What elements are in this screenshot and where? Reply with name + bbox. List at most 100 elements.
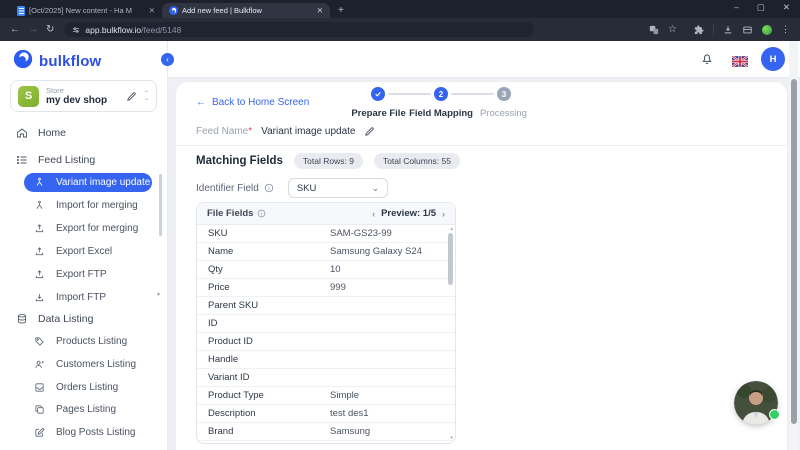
store-selector[interactable]: S Store my dev shop ⌃ ⌄ (10, 80, 157, 112)
tab-close-icon[interactable]: ✕ (317, 6, 323, 15)
file-field-row[interactable]: SKU SAM-GS23-99 (197, 225, 455, 243)
database-icon (16, 313, 28, 325)
new-tab-button[interactable]: + (338, 5, 344, 16)
extension-green-icon[interactable] (762, 24, 772, 35)
media-panel-icon[interactable] (742, 25, 753, 35)
sidebar-item-blog-posts-listing[interactable]: Blog Posts Listing (0, 422, 167, 442)
sidebar-feed-export-ftp[interactable]: Export FTP (24, 265, 152, 284)
file-field-row[interactable]: Qty 10 (197, 261, 455, 279)
address-bar[interactable]: app.bulkflow.io/feed/5148 (64, 22, 535, 37)
file-field-row[interactable]: Brand Samsung (197, 423, 455, 441)
file-field-row[interactable]: Product ID (197, 333, 455, 351)
file-fields-panel: File Fields ‹ Preview: 1/5 › SKU SAM-GS2… (196, 202, 456, 444)
page-scrollbar-thumb[interactable] (790, 79, 797, 424)
identifier-field-select[interactable]: SKU ⌄ (287, 178, 388, 198)
panel-scrollbar[interactable] (448, 233, 453, 285)
toolbar-separator (713, 24, 714, 35)
file-field-row[interactable]: Parent SKU (197, 297, 455, 315)
notification-bell-icon[interactable] (700, 52, 714, 71)
user-avatar[interactable]: H (761, 47, 785, 71)
file-field-row[interactable]: Handle (197, 351, 455, 369)
identifier-field-row: Identifier Field SKU ⌄ (196, 178, 388, 198)
browser-tab-bulkflow[interactable]: Add new feed | Bulkflow ✕ (162, 3, 330, 18)
file-field-row[interactable]: Description test des1 (197, 405, 455, 423)
sidebar-item-home[interactable]: Home (0, 123, 167, 143)
site-settings-icon[interactable] (72, 26, 80, 34)
total-columns-badge: Total Columns: 55 (373, 153, 460, 169)
logo-text: bulkflow (39, 53, 102, 70)
sidebar: bulkflow S Store my dev shop ⌃ ⌄ Home Fe… (0, 41, 168, 450)
matching-fields-row: Matching Fields Total Rows: 9 Total Colu… (196, 153, 460, 169)
sidebar-item-customers-listing[interactable]: Customers Listing (0, 354, 167, 374)
download-icon[interactable] (723, 25, 733, 35)
window-controls: – ▢ ✕ (734, 2, 790, 13)
bulkflow-logo-icon (13, 49, 33, 74)
minimize-button[interactable]: – (734, 2, 739, 13)
bulkflow-logo[interactable]: bulkflow (13, 49, 101, 74)
sidebar-scrollbar[interactable] (159, 174, 162, 236)
page-scrollbar[interactable] (789, 41, 798, 450)
scroll-up-icon[interactable]: ▴ (450, 227, 453, 232)
file-field-row[interactable]: Condition (197, 441, 455, 443)
step-connector (451, 93, 494, 95)
file-field-row[interactable]: Product Type Simple (197, 387, 455, 405)
import-icon (34, 292, 45, 303)
divider (176, 145, 787, 146)
translate-icon[interactable] (649, 25, 659, 35)
support-chat-widget[interactable] (734, 381, 780, 425)
close-button[interactable]: ✕ (783, 2, 790, 13)
step-label-processing: Processing (479, 108, 527, 119)
export-icon (34, 223, 45, 234)
sidebar-feed-import-ftp[interactable]: Import FTP (24, 288, 152, 307)
file-fields-rows: SKU SAM-GS23-99 Name Samsung Galaxy S24 … (197, 225, 455, 443)
maximize-button[interactable]: ▢ (757, 2, 765, 13)
back-to-home-link[interactable]: ← Back to Home Screen (196, 97, 309, 108)
sidebar-item-data-listing[interactable]: Data Listing (0, 309, 167, 329)
sidebar-feed-export-for-merging[interactable]: Export for merging (24, 219, 152, 238)
feed-name-label: Feed Name (196, 126, 249, 137)
sidebar-item-label: Home (38, 127, 67, 139)
identifier-field-value: SKU (296, 182, 317, 194)
reload-icon[interactable]: ↻ (46, 24, 54, 35)
bulkflow-favicon (169, 6, 178, 15)
sidebar-item-feed-listing[interactable]: Feed Listing (0, 150, 167, 170)
sidebar-item-label: Customers Listing (56, 358, 137, 370)
bookmark-star-icon[interactable]: ☆ (668, 24, 677, 35)
file-field-row[interactable]: Name Samsung Galaxy S24 (197, 243, 455, 261)
forward-icon[interactable]: → (28, 24, 38, 35)
feed-name-edit-pencil-icon[interactable] (364, 126, 375, 137)
chrome-menu-icon[interactable]: ⋮ (781, 24, 790, 35)
store-switch-chevrons-icon[interactable]: ⌃ ⌄ (144, 91, 149, 102)
sidebar-item-label: Data Listing (38, 313, 94, 325)
tab-close-icon[interactable]: ✕ (149, 6, 155, 15)
extensions-icon[interactable] (694, 24, 704, 35)
sidebar-item-pages-listing[interactable]: Pages Listing (0, 399, 167, 419)
sidebar-feed-import-for-merging[interactable]: Import for merging (24, 196, 152, 215)
field-value: 999 (330, 282, 346, 293)
info-icon[interactable] (257, 209, 266, 218)
scroll-down-icon[interactable]: ▾ (450, 436, 453, 441)
main-content: ← Back to Home Screen 2 3 Prepare File F… (168, 78, 800, 450)
file-field-row[interactable]: ID (197, 315, 455, 333)
file-field-row[interactable]: Variant ID (197, 369, 455, 387)
preview-next-icon[interactable]: › (442, 209, 445, 219)
scroll-down-icon[interactable]: ▾ (157, 291, 160, 298)
language-flag-icon[interactable] (731, 54, 749, 72)
field-name: Product Type (208, 390, 264, 401)
info-icon[interactable] (264, 183, 274, 193)
url-host: app.bulkflow.io (85, 24, 142, 35)
sidebar-collapse-button[interactable]: ‹ (161, 53, 174, 66)
sidebar-feed-variant-image-update[interactable]: Variant image update (24, 173, 152, 192)
merge-icon (34, 177, 45, 188)
step-1-done-icon (371, 87, 385, 101)
sidebar-item-label: Pages Listing (56, 403, 117, 415)
sidebar-item-orders-listing[interactable]: Orders Listing (0, 377, 167, 397)
step-connector (388, 93, 431, 95)
sidebar-feed-export-excel[interactable]: Export Excel (24, 242, 152, 261)
file-field-row[interactable]: Price 999 (197, 279, 455, 297)
sidebar-item-products-listing[interactable]: Products Listing (0, 331, 167, 351)
back-icon[interactable]: ← (10, 24, 20, 35)
browser-tab-docs[interactable]: [Oct/2025] New content - Ha M ✕ (10, 3, 162, 18)
preview-prev-icon[interactable]: ‹ (372, 209, 375, 219)
store-edit-pencil-icon[interactable] (126, 91, 137, 102)
